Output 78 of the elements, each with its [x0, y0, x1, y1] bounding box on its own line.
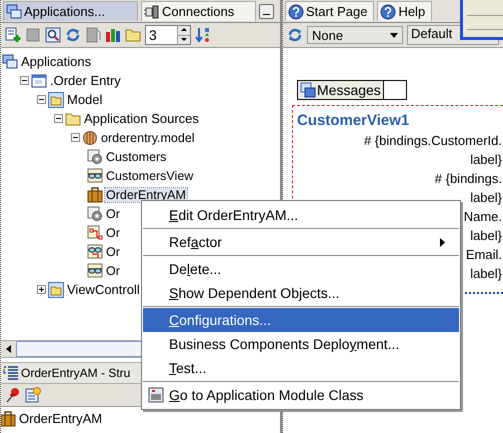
caret-icon: [390, 32, 398, 38]
collapse-toggle[interactable]: [20, 76, 29, 85]
binding-text: # {bindings.: [434, 170, 503, 188]
glasses-icon: [87, 262, 103, 278]
menu-item[interactable]: Edit OrderEntryAM...: [143, 203, 459, 227]
binding-text: label}: [470, 227, 503, 245]
glasses-icon: [87, 244, 103, 260]
gear-icon: [87, 148, 103, 164]
messages-icon: [300, 82, 316, 98]
tree-item[interactable]: OrderEntryAM: [105, 188, 187, 202]
tree-item[interactable]: .Order Entry: [49, 74, 122, 88]
collapse-toggle[interactable]: [54, 114, 63, 123]
folder-icon[interactable]: [125, 27, 141, 43]
new-file-icon[interactable]: [5, 27, 21, 43]
link-icon: [87, 224, 103, 240]
help-icon: [380, 4, 396, 20]
submenu-arrow-icon: [440, 238, 445, 246]
briefcase-icon: [1, 410, 16, 426]
tree-item[interactable]: Application Sources: [83, 112, 200, 126]
books-icon[interactable]: [105, 27, 121, 43]
collapse-toggle[interactable]: [37, 95, 46, 104]
package-icon: [82, 130, 98, 146]
tab[interactable]: Connections: [141, 1, 256, 21]
list-icon: [3, 365, 19, 381]
panel-title: OrderEntryAM - Stru: [21, 366, 130, 380]
menu-item[interactable]: Configurations...: [143, 308, 459, 332]
help-icon: [288, 4, 304, 20]
tree-item[interactable]: CustomersView: [105, 168, 194, 182]
binding-text: label}: [470, 151, 503, 169]
refresh-icon[interactable]: [287, 27, 303, 43]
tree-item[interactable]: OrderEntryAM: [18, 412, 104, 426]
refresh-icon[interactable]: [65, 27, 81, 43]
menu-item[interactable]: Test...: [143, 356, 459, 380]
class-icon: [148, 387, 164, 403]
search-icon[interactable]: [45, 27, 61, 43]
tree-item[interactable]: orderentry.model: [100, 130, 196, 144]
tree-item[interactable]: Applications: [20, 54, 92, 68]
minimize-button[interactable]: [259, 4, 274, 18]
dropdown[interactable]: None: [307, 26, 403, 44]
window-icon: [31, 72, 47, 88]
form-title: CustomerView1: [297, 111, 410, 131]
sort-icon[interactable]: [195, 27, 211, 43]
tree-item[interactable]: Model: [66, 92, 104, 106]
tab[interactable]: Applications...: [3, 1, 138, 21]
tree-item[interactable]: Or: [105, 206, 121, 220]
binding-text: Name.: [464, 208, 503, 226]
collapse-toggle[interactable]: [71, 133, 80, 142]
menu-item[interactable]: Show Dependent Objects...: [143, 281, 459, 305]
glasses-icon: [87, 168, 103, 184]
menu-item[interactable]: Delete...: [143, 257, 459, 281]
tree-item[interactable]: Customers: [105, 150, 168, 164]
menu-item[interactable]: Refactor: [143, 230, 459, 254]
folder-icon: [48, 92, 64, 108]
tree-item[interactable]: ViewControll: [66, 282, 141, 296]
menu-item[interactable]: Business Components Deployment...: [143, 332, 459, 356]
binding-text: Email.: [466, 246, 503, 264]
tab[interactable]: Help: [377, 1, 432, 21]
tree-item[interactable]: Or: [105, 264, 121, 278]
binding-text: label}: [470, 265, 503, 283]
tab[interactable]: Messages: [297, 80, 384, 100]
menu-item[interactable]: Go to Application Module Class: [143, 383, 459, 407]
binding-text: # {bindings.CustomerId.: [364, 132, 503, 150]
tree-item[interactable]: Or: [105, 244, 121, 258]
plug-icon: [144, 4, 160, 20]
gear-icon: [87, 206, 103, 222]
folder-icon: [65, 110, 81, 126]
binding-text: label}: [470, 189, 503, 207]
pin-icon[interactable]: [5, 387, 21, 403]
windows-icon: [2, 54, 18, 70]
windows-icon: [6, 4, 22, 20]
expand-toggle[interactable]: [37, 285, 46, 294]
tab[interactable]: Start Page: [285, 1, 374, 21]
folder-icon: [48, 282, 64, 298]
tree-item[interactable]: Or: [105, 226, 121, 240]
number-spinner[interactable]: 3: [145, 25, 191, 45]
table-cell: [384, 80, 407, 100]
briefcase-icon: [87, 186, 103, 202]
document-icon[interactable]: [85, 27, 101, 43]
